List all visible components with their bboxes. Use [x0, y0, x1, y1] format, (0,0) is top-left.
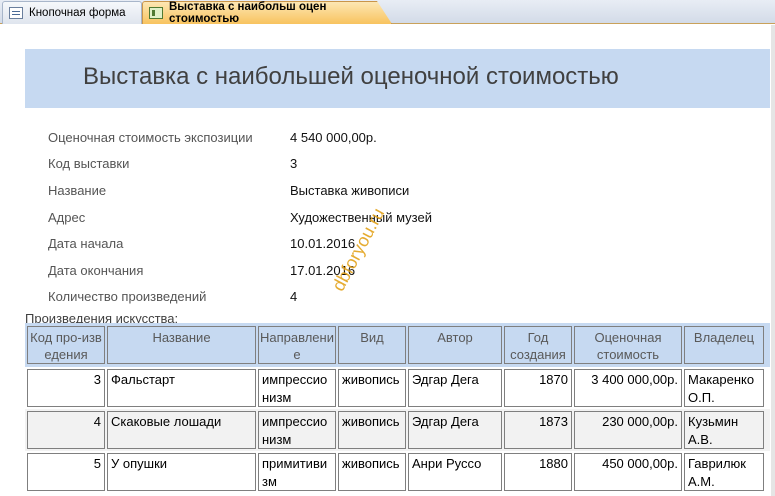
cell-year: 1870: [504, 369, 572, 407]
field-label-total-value: Оценочная стоимость экспозиции: [48, 130, 253, 145]
report-header: Выставка с наибольшей оценочной стоимост…: [25, 49, 770, 108]
report-title: Выставка с наибольшей оценочной стоимост…: [83, 63, 619, 90]
field-value-exhibition-code: 3: [290, 156, 298, 171]
cell-author: Эдгар Дега: [408, 411, 502, 449]
table-header-row: Код про-изведения Название Направление В…: [25, 323, 770, 367]
object-tab-bar: Кнопочная форма Выставка с наибольш оцен…: [0, 0, 775, 24]
cell-movement: импрессионизм: [258, 411, 336, 449]
field-label-exhibition-code: Код выставки: [48, 156, 130, 171]
window-edge: [771, 25, 775, 496]
artworks-table: Код про-изведения Название Направление В…: [25, 323, 770, 496]
column-header-value: Оценочная стоимость: [574, 326, 682, 364]
field-label-artwork-count: Количество произведений: [48, 289, 207, 304]
cell-type: живопись: [338, 369, 406, 407]
cell-owner: Гаврилюк А.М.: [684, 453, 764, 491]
cell-type: живопись: [338, 453, 406, 491]
field-label-address: Адрес: [48, 210, 86, 225]
cell-value: 3 400 000,00р.: [574, 369, 682, 407]
column-header-year: Год создания: [504, 326, 572, 364]
field-value-name: Выставка живописи: [290, 183, 410, 198]
cell-code: 5: [27, 453, 105, 491]
report-page: Выставка с наибольшей оценочной стоимост…: [0, 25, 775, 496]
cell-author: Эдгар Дега: [408, 369, 502, 407]
cell-title: Фальстарт: [107, 369, 256, 407]
field-label-start-date: Дата начала: [48, 236, 124, 251]
field-value-start-date: 10.01.2016: [290, 236, 356, 251]
table-row: 4 Скаковые лошади импрессионизм живопись…: [25, 409, 770, 451]
tab-switchboard-form[interactable]: Кнопочная форма: [2, 1, 142, 24]
cell-author: Анри Руссо: [408, 453, 502, 491]
cell-title: Скаковые лошади: [107, 411, 256, 449]
table-row: 5 У опушки примитивизм живопись Анри Рус…: [25, 451, 770, 493]
column-header-title: Название: [107, 326, 256, 364]
column-header-code: Код про-изведения: [27, 326, 105, 364]
cell-year: 1873: [504, 411, 572, 449]
cell-value: 230 000,00р.: [574, 411, 682, 449]
cell-owner: Кузьмин А.В.: [684, 411, 764, 449]
table-row: 3 Фальстарт импрессионизм живопись Эдгар…: [25, 367, 770, 409]
form-icon: [9, 7, 23, 19]
cell-title: У опушки: [107, 453, 256, 491]
tab-label: Выставка с наибольш оцен стоимостью: [169, 1, 327, 25]
field-value-artwork-count: 4: [290, 289, 298, 304]
column-header-type: Вид: [338, 326, 406, 364]
field-value-total-value: 4 540 000,00р.: [290, 130, 377, 145]
cell-year: 1880: [504, 453, 572, 491]
column-header-author: Автор: [408, 326, 502, 364]
tab-label: Кнопочная форма: [29, 7, 126, 19]
cell-code: 3: [27, 369, 105, 407]
cell-value: 450 000,00р.: [574, 453, 682, 491]
tab-exhibition-report[interactable]: Выставка с наибольш оцен стоимостью: [142, 1, 392, 24]
column-header-owner: Владелец: [684, 326, 764, 364]
column-header-movement: Направление: [258, 326, 336, 364]
cell-movement: импрессионизм: [258, 369, 336, 407]
field-label-end-date: Дата окончания: [48, 263, 144, 278]
cell-movement: примитивизм: [258, 453, 336, 491]
cell-type: живопись: [338, 411, 406, 449]
cell-code: 4: [27, 411, 105, 449]
report-icon: [149, 7, 163, 19]
field-label-name: Название: [48, 183, 107, 198]
cell-owner: Макаренко О.П.: [684, 369, 764, 407]
